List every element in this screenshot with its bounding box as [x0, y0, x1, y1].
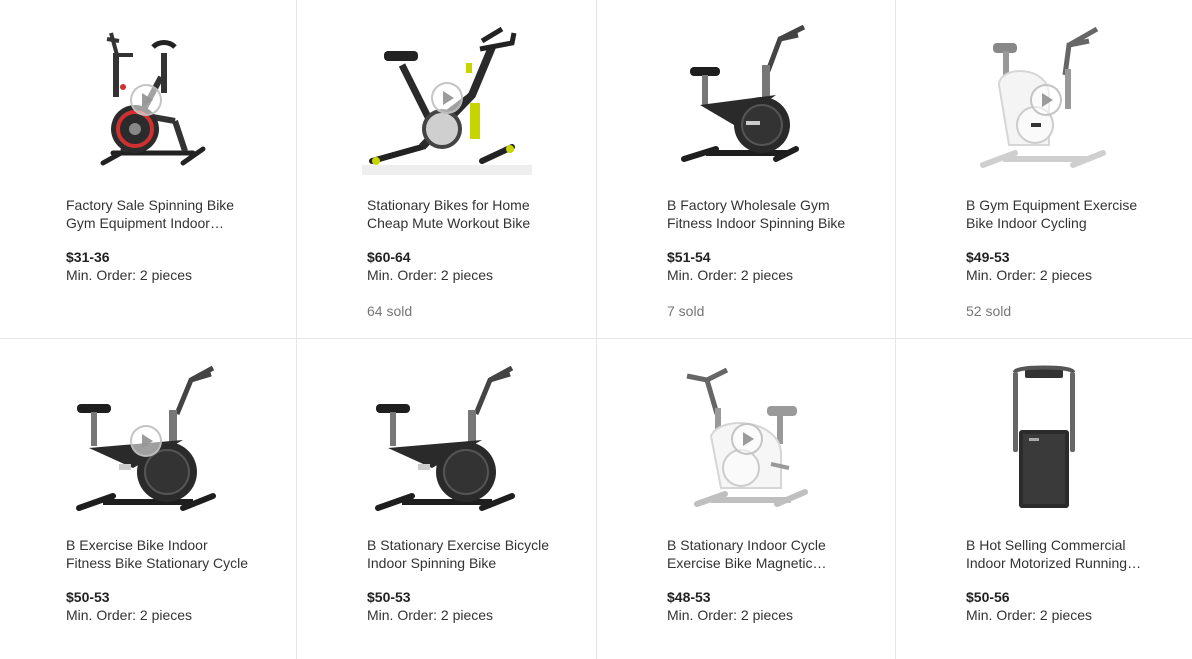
product-price: $60-64 [367, 249, 411, 265]
product-info: Factory Sale Spinning Bike Gym Equipment… [66, 196, 256, 284]
black-spin-bike-icon [681, 25, 806, 162]
product-image[interactable] [597, 20, 895, 180]
product-image[interactable] [297, 20, 596, 180]
product-title[interactable]: Factory Sale Spinning Bike Gym Equipment… [66, 196, 256, 232]
product-info: B Factory Wholesale Gym Fitness Indoor S… [667, 196, 855, 320]
product-card[interactable]: Factory Sale Spinning Bike Gym Equipment… [0, 0, 296, 338]
product-info: B Stationary Exercise Bicycle Indoor Spi… [367, 536, 556, 624]
black-spin-bike-icon [374, 365, 515, 511]
product-card[interactable]: B Gym Equipment Exercise Bike Indoor Cyc… [895, 0, 1192, 338]
sold-count: 64 sold [367, 303, 413, 319]
product-title[interactable]: B Factory Wholesale Gym Fitness Indoor S… [667, 196, 855, 232]
product-info: B Exercise Bike Indoor Fitness Bike Stat… [66, 536, 256, 624]
product-image[interactable] [597, 359, 895, 519]
min-order: Min. Order: 2 pieces [367, 267, 494, 283]
sold-count: 7 sold [667, 303, 705, 319]
min-order: Min. Order: 2 pieces [667, 267, 794, 283]
play-video-icon[interactable] [431, 82, 463, 114]
play-video-icon[interactable] [731, 423, 763, 455]
product-info: B Stationary Indoor Cycle Exercise Bike … [667, 536, 855, 624]
product-image[interactable] [896, 359, 1192, 519]
product-title[interactable]: B Gym Equipment Exercise Bike Indoor Cyc… [966, 196, 1152, 232]
min-order: Min. Order: 2 pieces [966, 607, 1093, 623]
product-price: $49-53 [966, 249, 1010, 265]
product-card[interactable]: B Factory Wholesale Gym Fitness Indoor S… [596, 0, 895, 338]
product-card[interactable]: B Hot Selling Commercial Indoor Motorize… [895, 338, 1192, 659]
product-price: $50-53 [367, 589, 411, 605]
product-price: $51-54 [667, 249, 711, 265]
min-order: Min. Order: 2 pieces [966, 267, 1093, 283]
product-card[interactable]: Stationary Bikes for Home Cheap Mute Wor… [296, 0, 596, 338]
play-video-icon[interactable] [130, 425, 162, 457]
product-title[interactable]: B Stationary Exercise Bicycle Indoor Spi… [367, 536, 556, 572]
folding-treadmill-icon [1013, 365, 1075, 508]
min-order: Min. Order: 2 pieces [667, 607, 794, 623]
product-info: B Hot Selling Commercial Indoor Motorize… [966, 536, 1152, 624]
product-info: B Gym Equipment Exercise Bike Indoor Cyc… [966, 196, 1152, 320]
min-order: Min. Order: 2 pieces [66, 607, 193, 623]
product-price: $50-56 [966, 589, 1010, 605]
product-card[interactable]: B Exercise Bike Indoor Fitness Bike Stat… [0, 338, 296, 659]
min-order: Min. Order: 2 pieces [66, 267, 193, 283]
product-card[interactable]: B Stationary Indoor Cycle Exercise Bike … [596, 338, 895, 659]
product-card[interactable]: B Stationary Exercise Bicycle Indoor Spi… [296, 338, 596, 659]
product-image[interactable] [0, 20, 296, 180]
min-order: Min. Order: 2 pieces [367, 607, 494, 623]
product-price: $50-53 [66, 589, 110, 605]
product-title[interactable]: Stationary Bikes for Home Cheap Mute Wor… [367, 196, 556, 232]
product-title[interactable]: B Stationary Indoor Cycle Exercise Bike … [667, 536, 855, 572]
sold-count: 52 sold [966, 303, 1012, 319]
product-title[interactable]: B Exercise Bike Indoor Fitness Bike Stat… [66, 536, 256, 572]
product-image[interactable] [896, 20, 1192, 180]
product-image[interactable] [297, 359, 596, 519]
play-video-icon[interactable] [1030, 84, 1062, 116]
play-video-icon[interactable] [130, 84, 162, 116]
product-image[interactable] [0, 359, 296, 519]
product-price: $31-36 [66, 249, 110, 265]
product-info: Stationary Bikes for Home Cheap Mute Wor… [367, 196, 556, 320]
product-grid: Factory Sale Spinning Bike Gym Equipment… [0, 0, 1192, 659]
product-price: $48-53 [667, 589, 711, 605]
product-title[interactable]: B Hot Selling Commercial Indoor Motorize… [966, 536, 1152, 572]
